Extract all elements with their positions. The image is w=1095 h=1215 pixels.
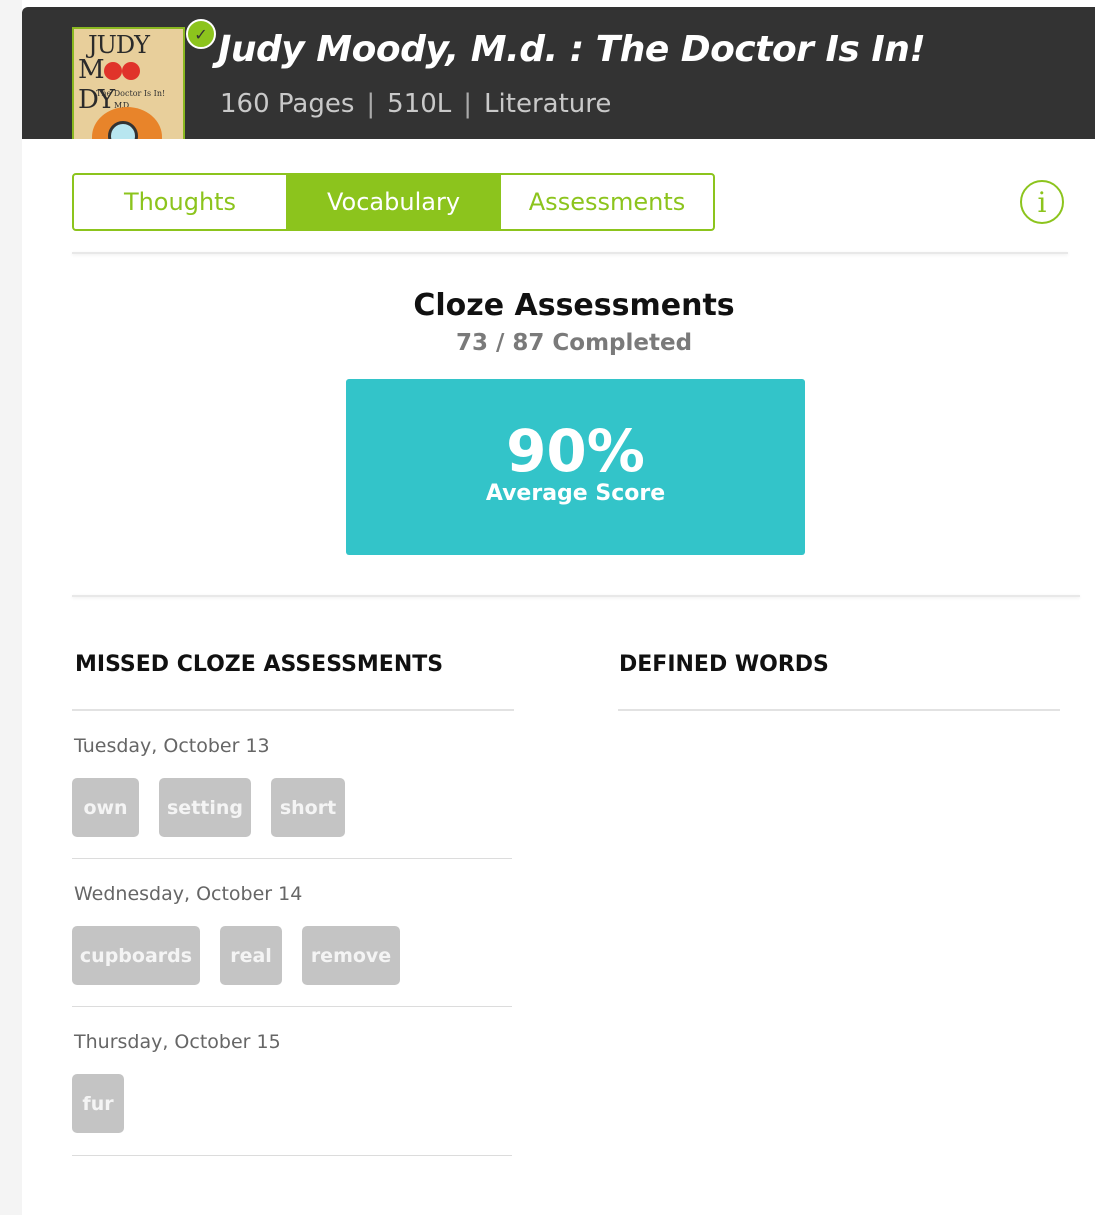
left-gutter — [0, 0, 22, 1215]
page: JUDY MDYM.D The Doctor Is In! ✓ Judy Moo… — [0, 0, 1095, 1215]
cloze-assessments-title: Cloze Assessments — [413, 288, 735, 323]
missed-word-list: fur — [72, 1074, 124, 1133]
missed-word-list: own setting short — [72, 778, 345, 837]
missed-word-chip[interactable]: own — [72, 778, 139, 837]
defined-words-heading: DEFINED WORDS — [619, 652, 829, 677]
completed-check-icon: ✓ — [186, 19, 216, 49]
book-meta: 160 Pages | 510L | Literature — [220, 89, 612, 119]
missed-word-chip[interactable]: real — [220, 926, 282, 985]
tab-thoughts[interactable]: Thoughts — [74, 175, 286, 229]
book-cover-image[interactable]: JUDY MDYM.D The Doctor Is In! — [72, 27, 185, 139]
average-score-value: 90% — [506, 417, 645, 485]
day-divider — [72, 858, 512, 859]
book-lexile: 510L — [387, 89, 452, 119]
day-divider — [72, 1155, 512, 1156]
book-title: Judy Moody, M.d. : The Doctor Is In! — [218, 29, 926, 70]
missed-word-chip[interactable]: cupboards — [72, 926, 200, 985]
divider — [72, 252, 1068, 254]
average-score-card: 90% Average Score — [346, 379, 805, 555]
tab-bar: Thoughts Vocabulary Assessments — [72, 173, 715, 231]
missed-word-chip[interactable]: remove — [302, 926, 400, 985]
missed-word-chip[interactable]: short — [271, 778, 345, 837]
completed-count: 73 / 87 Completed — [455, 330, 693, 356]
missed-day-date: Tuesday, October 13 — [74, 735, 270, 757]
missed-day-date: Thursday, October 15 — [74, 1031, 281, 1053]
book-header: JUDY MDYM.D The Doctor Is In! ✓ Judy Moo… — [22, 7, 1095, 139]
section-rule — [72, 709, 514, 711]
missed-word-chip[interactable]: setting — [159, 778, 251, 837]
average-score-label: Average Score — [485, 481, 666, 506]
day-divider — [72, 1006, 512, 1007]
tab-vocabulary[interactable]: Vocabulary — [286, 175, 501, 229]
missed-cloze-heading: MISSED CLOZE ASSESSMENTS — [75, 652, 444, 677]
tab-assessments[interactable]: Assessments — [501, 175, 713, 229]
cover-subtitle: The Doctor Is In! — [96, 89, 166, 98]
divider — [72, 595, 1080, 597]
missed-word-chip[interactable]: fur — [72, 1074, 124, 1133]
book-genre: Literature — [484, 89, 612, 119]
info-icon[interactable]: i — [1020, 180, 1064, 224]
cover-title-moody: MDYM.D — [78, 55, 183, 115]
missed-word-list: cupboards real remove — [72, 926, 400, 985]
section-rule — [618, 709, 1060, 711]
book-pages: 160 Pages — [220, 89, 355, 119]
missed-day-date: Wednesday, October 14 — [74, 883, 303, 905]
